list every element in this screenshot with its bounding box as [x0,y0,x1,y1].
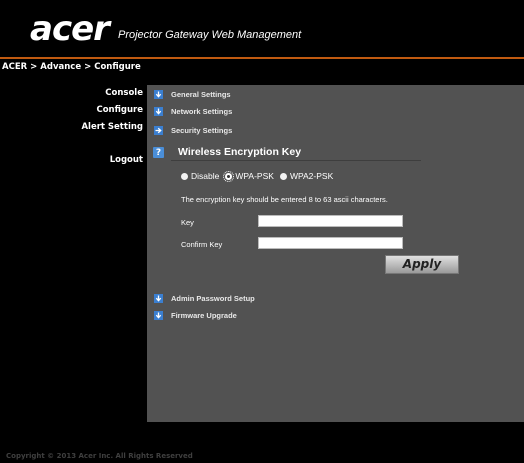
breadcrumb-configure[interactable]: Configure [94,62,141,72]
radio-wpa2-psk[interactable]: WPA2-PSK [279,171,334,181]
section-admin-password[interactable]: Admin Password Setup [154,292,255,304]
section-firmware[interactable]: Firmware Upgrade [154,309,237,321]
breadcrumb-separator: > [84,62,92,72]
apply-button[interactable]: Apply [385,255,459,274]
header-divider [0,57,524,59]
nav-logout[interactable]: Logout [110,155,143,165]
encryption-hint: The encryption key should be entered 8 t… [181,195,388,204]
arrow-down-icon [154,106,163,116]
nav-console[interactable]: Console [105,88,143,98]
acer-logo: acer [30,9,110,49]
confirm-key-input[interactable] [258,237,403,249]
radio-wpa-psk-circle[interactable] [223,170,235,182]
nav-alert-setting[interactable]: Alert Setting [81,122,143,132]
section-general[interactable]: General Settings [154,88,231,100]
breadcrumb-separator: > [30,62,38,72]
radio-disable[interactable]: Disable [181,171,219,181]
radio-disable-circle[interactable] [181,172,188,180]
key-label: Key [181,218,194,227]
arrow-down-icon [154,310,163,320]
breadcrumb-acer[interactable]: ACER [2,62,27,72]
section-general-label: General Settings [171,89,231,99]
section-security-label: Security Settings [171,125,233,135]
section-admin-password-label: Admin Password Setup [171,293,255,303]
encryption-mode-group: Disable WPA-PSK WPA2-PSK [181,170,339,182]
breadcrumb-advance[interactable]: Advance [40,62,81,72]
panel-divider [171,160,421,161]
section-firmware-label: Firmware Upgrade [171,310,237,320]
radio-wpa2-psk-circle[interactable] [279,172,287,180]
confirm-key-label: Confirm Key [181,240,223,249]
radio-wpa-psk-label: WPA-PSK [235,171,274,181]
section-network[interactable]: Network Settings [154,105,232,117]
arrow-right-icon [154,125,163,135]
wireless-encryption-title: Wireless Encryption Key [178,146,302,158]
header: acer Projector Gateway Web Management [0,0,524,58]
arrow-down-icon [154,89,163,99]
breadcrumb: ACER > Advance > Configure [2,62,141,72]
app-title: Projector Gateway Web Management [118,29,302,41]
nav-configure[interactable]: Configure [96,105,143,115]
footer-copyright: Copyright © 2013 Acer Inc. All Rights Re… [6,452,193,460]
radio-wpa2-psk-label: WPA2-PSK [289,171,334,181]
section-security[interactable]: Security Settings [154,124,232,136]
arrow-down-icon [154,293,163,303]
radio-wpa-psk[interactable]: WPA-PSK [223,170,274,182]
content-panel: General Settings Network Settings Securi… [147,85,524,422]
key-input[interactable] [258,215,403,227]
help-icon: ? [153,147,164,158]
radio-disable-label: Disable [191,171,220,181]
section-network-label: Network Settings [171,106,233,116]
